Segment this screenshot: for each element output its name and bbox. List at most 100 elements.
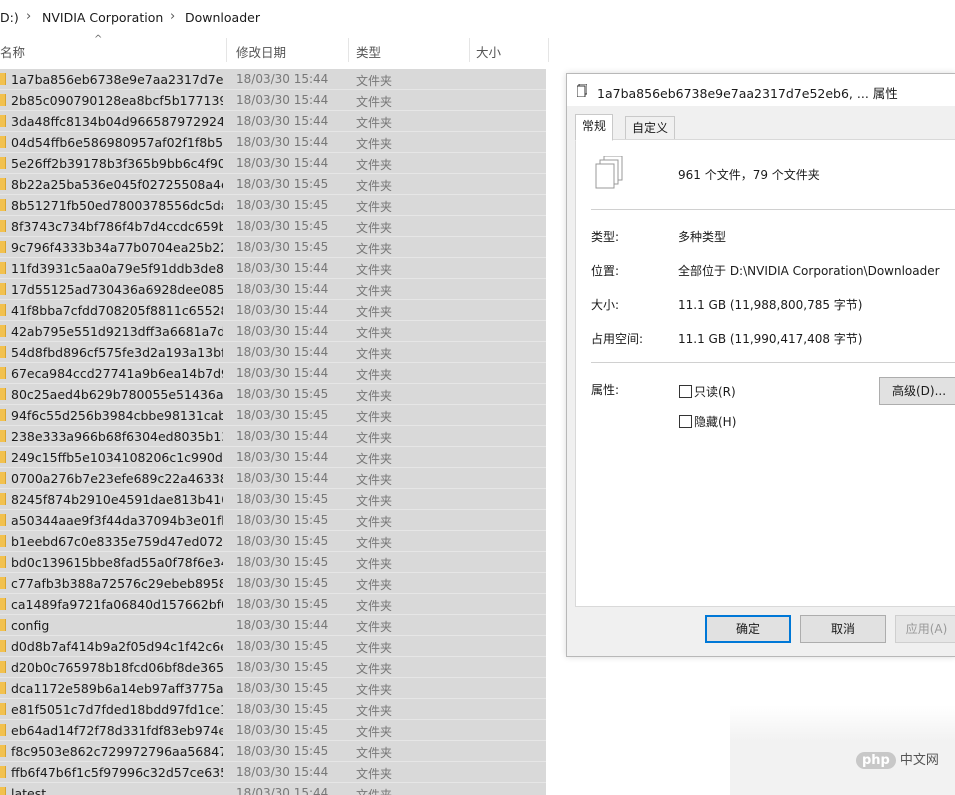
file-name: c77afb3b388a72576c29ebeb8958a...	[11, 576, 223, 591]
file-row[interactable]: 3da48ffc8134b04d966587972924d... 18/03/30…	[0, 111, 546, 132]
attributes-label: 属性:	[591, 383, 620, 397]
folder-icon	[0, 556, 6, 568]
watermark-text: 中文网	[899, 753, 939, 768]
file-name: 54d8fbd896cf575fe3d2a193a13bf3...	[11, 345, 223, 360]
folder-icon	[0, 661, 6, 673]
file-row[interactable]: 42ab795e551d9213dff3a6681a7d8... 18/03/30…	[0, 321, 546, 342]
ok-button[interactable]: 确定	[705, 615, 791, 643]
file-type: 文件夹	[356, 431, 393, 445]
file-row[interactable]: latest 18/03/30 15:44 文件夹	[0, 783, 546, 795]
file-row[interactable]: eb64ad14f72f78d331fdf83eb974e... 18/03/30…	[0, 720, 546, 741]
chevron-right-icon[interactable]: ›	[170, 9, 175, 24]
hidden-label[interactable]: 隐藏(H)	[694, 413, 736, 430]
file-date: 18/03/30 15:45	[236, 702, 329, 716]
folder-icon	[0, 598, 6, 610]
file-name: 2b85c090790128ea8bcf5b177139a...	[11, 93, 223, 108]
file-date: 18/03/30 15:45	[236, 219, 329, 233]
advanced-button[interactable]: 高级(D)...	[879, 377, 955, 405]
column-date[interactable]: 修改日期	[236, 42, 286, 61]
file-row[interactable]: b1eebd67c0e8335e759d47ed072e... 18/03/30 …	[0, 531, 546, 552]
column-divider[interactable]	[226, 38, 227, 62]
file-type: 文件夹	[356, 389, 393, 403]
column-type[interactable]: 类型	[356, 42, 381, 61]
file-row[interactable]: 41f8bba7cfdd708205f8811c65528... 18/03/30…	[0, 300, 546, 321]
column-divider[interactable]	[348, 38, 349, 62]
file-row[interactable]: 11fd3931c5aa0a79e5f91ddb3de8b... 18/03/30…	[0, 258, 546, 279]
file-row[interactable]: 5e26ff2b39178b3f365b9bb6c4f905... 18/03/3…	[0, 153, 546, 174]
file-row[interactable]: 94f6c55d256b3984cbbe98131cab1... 18/03/30…	[0, 405, 546, 426]
file-row[interactable]: 9c796f4333b34a77b0704ea25b225... 18/03/30…	[0, 237, 546, 258]
readonly-checkbox[interactable]	[679, 385, 692, 398]
file-row[interactable]: e81f5051c7d7fded18bdd97fd1ce1... 18/03/30…	[0, 699, 546, 720]
file-row[interactable]: config 18/03/30 15:44 文件夹	[0, 615, 546, 636]
file-row[interactable]: 8b51271fb50ed7800378556dc5da... 18/03/30 …	[0, 195, 546, 216]
file-type: 文件夹	[356, 221, 393, 235]
file-date: 18/03/30 15:45	[236, 597, 329, 611]
file-row[interactable]: 2b85c090790128ea8bcf5b177139a... 18/03/30…	[0, 90, 546, 111]
tab-general[interactable]: 常规	[575, 114, 614, 141]
file-row[interactable]: 80c25aed4b629b780055e51436a2... 18/03/30 …	[0, 384, 546, 405]
file-name: 3da48ffc8134b04d966587972924d...	[11, 114, 223, 129]
file-type: 文件夹	[356, 557, 393, 571]
file-row[interactable]: ca1489fa9721fa06840d157662bf09... 18/03/3…	[0, 594, 546, 615]
file-date: 18/03/30 15:45	[236, 240, 329, 254]
file-name: 249c15ffb5e1034108206c1c990dd...	[11, 450, 223, 465]
file-row[interactable]: 1a7ba856eb6738e9e7aa2317d7e5... 18/03/30 …	[0, 69, 546, 90]
file-row[interactable]: dca1172e589b6a14eb97aff3775ac... 18/03/30…	[0, 678, 546, 699]
breadcrumb-drive[interactable]: D:)	[0, 10, 19, 25]
file-type: 文件夹	[356, 683, 393, 697]
file-row[interactable]: 238e333a966b68f6304ed8035b13... 18/03/30 …	[0, 426, 546, 447]
column-divider[interactable]	[548, 38, 549, 62]
file-row[interactable]: 8245f874b2910e4591dae813b410... 18/03/30 …	[0, 489, 546, 510]
column-size[interactable]: 大小	[476, 42, 501, 61]
folder-icon	[0, 346, 6, 358]
file-name: ca1489fa9721fa06840d157662bf09...	[11, 597, 223, 612]
apply-button[interactable]: 应用(A)	[895, 615, 955, 643]
file-row[interactable]: 0700a276b7e23efe689c22a463385... 18/03/30…	[0, 468, 546, 489]
file-name: 11fd3931c5aa0a79e5f91ddb3de8b...	[11, 261, 223, 276]
breadcrumb-nvidia[interactable]: NVIDIA Corporation	[42, 10, 163, 25]
file-list[interactable]: 1a7ba856eb6738e9e7aa2317d7e5... 18/03/30 …	[0, 69, 546, 795]
file-row[interactable]: 249c15ffb5e1034108206c1c990dd... 18/03/30…	[0, 447, 546, 468]
hidden-checkbox[interactable]	[679, 415, 692, 428]
divider	[591, 362, 955, 363]
folder-icon	[0, 640, 6, 652]
column-divider[interactable]	[469, 38, 470, 62]
file-row[interactable]: d0d8b7af414b9a2f05d94c1f42c6e... 18/03/30…	[0, 636, 546, 657]
dialog-titlebar[interactable]: 1a7ba856eb6738e9e7aa2317d7e52eb6, ... 属性	[567, 74, 955, 106]
file-row[interactable]: bd0c139615bbe8fad55a0f78f6e34... 18/03/30…	[0, 552, 546, 573]
file-name: 42ab795e551d9213dff3a6681a7d8...	[11, 324, 223, 339]
file-date: 18/03/30 15:44	[236, 93, 329, 107]
chevron-right-icon[interactable]: ›	[26, 9, 31, 24]
file-row[interactable]: ffb6f47b6f1c5f97996c32d57ce635b6 18/03/30…	[0, 762, 546, 783]
file-date: 18/03/30 15:45	[236, 681, 329, 695]
size-on-disk-label: 占用空间:	[591, 332, 644, 346]
file-row[interactable]: 67eca984ccd27741a9b6ea14b7d9... 18/03/30 …	[0, 363, 546, 384]
breadcrumb-downloader[interactable]: Downloader	[185, 10, 260, 25]
folder-icon	[0, 472, 6, 484]
files-icon	[577, 84, 587, 97]
column-name[interactable]: 名称	[0, 42, 25, 61]
file-row[interactable]: c77afb3b388a72576c29ebeb8958a... 18/03/30…	[0, 573, 546, 594]
type-value: 多种类型	[678, 230, 727, 244]
watermark: php 中文网	[856, 749, 939, 769]
location-value: 全部位于 D:\NVIDIA Corporation\Downloader	[678, 264, 940, 278]
file-row[interactable]: 8f3743c734bf786f4b7d4ccdc659b... 18/03/30…	[0, 216, 546, 237]
file-row[interactable]: 04d54ffb6e586980957af02f1f8b52... 18/03/3…	[0, 132, 546, 153]
file-name: 94f6c55d256b3984cbbe98131cab1...	[11, 408, 223, 423]
readonly-label[interactable]: 只读(R)	[694, 383, 736, 400]
file-row[interactable]: f8c9503e862c729972796aa568476... 18/03/30…	[0, 741, 546, 762]
file-row[interactable]: 17d55125ad730436a6928dee0856... 18/03/30 …	[0, 279, 546, 300]
cancel-button[interactable]: 取消	[800, 615, 886, 643]
address-bar[interactable]: D:) › NVIDIA Corporation › Downloader	[0, 0, 955, 35]
file-type: 文件夹	[356, 284, 393, 298]
file-type: 文件夹	[356, 347, 393, 361]
tab-custom[interactable]: 自定义	[625, 116, 676, 140]
file-row[interactable]: d20b0c765978b18fcd06bf8de3657... 18/03/30…	[0, 657, 546, 678]
file-date: 18/03/30 15:45	[236, 387, 329, 401]
file-row[interactable]: 54d8fbd896cf575fe3d2a193a13bf3... 18/03/3…	[0, 342, 546, 363]
file-type: 文件夹	[356, 95, 393, 109]
file-row[interactable]: 8b22a25ba536e045f02725508a4e3... 18/03/30…	[0, 174, 546, 195]
size-label: 大小:	[591, 298, 620, 312]
file-row[interactable]: a50344aae9f3f44da37094b3e01fb... 18/03/30…	[0, 510, 546, 531]
